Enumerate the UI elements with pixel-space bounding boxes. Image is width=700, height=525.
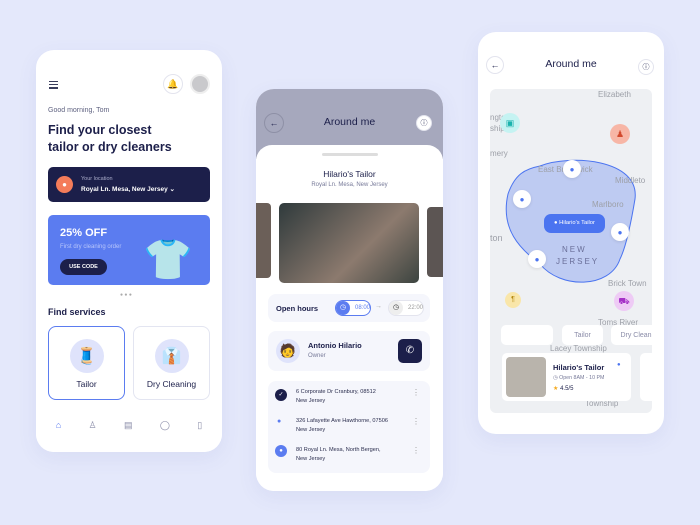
map-label: Middleto xyxy=(615,176,646,185)
map-screen: ← Around me ⓘ Elizabeth ngton ship mery … xyxy=(478,32,664,434)
map-label: Elizabeth xyxy=(598,90,631,99)
map-label: Brick Town xyxy=(608,279,647,288)
shop-name: Hilario's Tailor xyxy=(323,169,376,179)
result-rating: ★ 4.5/5 xyxy=(553,386,574,392)
drag-handle[interactable] xyxy=(322,153,378,156)
map-pin[interactable]: ● xyxy=(611,223,629,241)
owner-avatar: 🧑 xyxy=(276,339,300,363)
address-list: ✓ 6 Corporate Dr Cranbury, 08512 New Jers… xyxy=(268,381,430,473)
arrow-icon: → xyxy=(375,303,382,310)
location-value: Royal Ln. Mesa, New Jersey ⌄ xyxy=(81,186,175,193)
services-title: Find services xyxy=(48,307,106,317)
map-label: Lacey Township xyxy=(550,344,607,353)
map-pin[interactable]: ● xyxy=(528,250,546,268)
avatar[interactable] xyxy=(190,74,210,94)
carousel-dots[interactable]: ● ● ● xyxy=(120,292,132,298)
chevron-down-icon: ⌄ xyxy=(169,186,175,193)
owner-role: Owner xyxy=(308,353,326,359)
header-title: Around me xyxy=(323,116,376,128)
info-icon[interactable]: ⓘ xyxy=(638,59,654,75)
address-item[interactable]: 80 Royal Ln. Mesa, North Bergen, New Jers… xyxy=(296,446,381,464)
photo-prev[interactable] xyxy=(256,203,271,278)
map-label: JERSEY xyxy=(556,257,600,266)
greeting: Good morning, Tom xyxy=(48,107,110,114)
map-pin[interactable]: ● xyxy=(563,160,581,178)
clock-icon: ◷ xyxy=(389,301,403,315)
service-dry-cleaning[interactable]: 👔 Dry Cleaning xyxy=(133,326,210,400)
detail-sheet: Hilario's Tailor Royal Ln. Mesa, New Jer… xyxy=(256,145,443,491)
restaurant-icon[interactable]: ¶ xyxy=(505,292,521,308)
more-icon[interactable]: ⋮ xyxy=(412,388,420,397)
chip-dry-cleaning[interactable]: Dry Clean xyxy=(611,325,652,345)
pin-icon: ● xyxy=(275,445,287,457)
open-hours-label: Open hours xyxy=(276,304,319,313)
close-time[interactable]: ◷ 22:00 xyxy=(388,300,424,316)
promo-headline: 25% OFF xyxy=(60,227,108,239)
selected-pin-label[interactable]: ● Hilario's Tailor xyxy=(544,214,605,233)
document-icon[interactable]: ▤ xyxy=(124,420,133,431)
chip-near-you[interactable]: Near You xyxy=(501,325,553,345)
result-card[interactable]: Hilario's Tailor ● ◷ Open 8AM - 10 PM ★ … xyxy=(502,353,631,401)
info-icon[interactable]: ⓘ xyxy=(416,115,432,131)
more-icon[interactable]: ⋮ xyxy=(412,417,420,426)
location-label: Your location xyxy=(81,176,113,182)
home-screen: 🔔 Good morning, Tom Find your closest tai… xyxy=(36,50,222,452)
owner-name: Antonio Hilario xyxy=(308,341,362,350)
map[interactable]: Elizabeth ngton ship mery East Brunswick… xyxy=(490,89,652,413)
open-hours-card: Open hours ◷ 08:00 → ◷ 22:00 xyxy=(268,294,430,322)
page-title: Find your closest tailor or dry cleaners xyxy=(48,123,172,154)
shop-photo[interactable] xyxy=(279,203,419,283)
result-hours: ◷ Open 8AM - 10 PM xyxy=(553,375,605,381)
promo-subtitle: First dry cleaning order xyxy=(60,244,122,250)
map-label: mery xyxy=(490,149,508,158)
more-icon[interactable]: ⋮ xyxy=(412,446,420,455)
location-pin-icon: ● xyxy=(56,176,73,193)
tailor-icon[interactable]: ♙ xyxy=(89,420,97,431)
owner-card: 🧑 Antonio Hilario Owner ✆ xyxy=(268,331,430,371)
address-item[interactable]: 6 Corporate Dr Cranbury, 08512 New Jersey xyxy=(296,388,376,406)
bottom-nav: ⌂ ♙ ▤ ◯ ▯ xyxy=(36,410,222,452)
promo-banner[interactable]: 25% OFF First dry cleaning order USE COD… xyxy=(48,215,210,285)
bell-icon[interactable]: 🔔 xyxy=(163,74,183,94)
menu-icon[interactable] xyxy=(49,79,58,90)
call-button[interactable]: ✆ xyxy=(398,339,422,363)
shop-address: Royal Ln. Mesa, New Jersey xyxy=(311,182,388,188)
cart-icon[interactable]: ⛟ xyxy=(614,291,634,311)
open-time[interactable]: ◷ 08:00 xyxy=(335,300,371,316)
service-tailor[interactable]: 🧵 Tailor xyxy=(48,326,125,400)
result-name: Hilario's Tailor xyxy=(553,363,605,372)
map-label: ton xyxy=(490,233,503,243)
next-result-card[interactable] xyxy=(640,353,652,401)
address-item[interactable]: 326 Lafayette Ave Hawthorne, 07506 New Je… xyxy=(296,417,388,435)
header-title: Around me xyxy=(545,58,597,70)
star-icon: ★ xyxy=(553,386,559,392)
detail-screen: ← Around me ⓘ Hilario's Tailor Royal Ln.… xyxy=(256,89,443,491)
check-icon: ✓ xyxy=(275,389,287,401)
store-icon[interactable]: ▣ xyxy=(500,113,520,133)
person-icon[interactable]: ♟ xyxy=(610,124,630,144)
chip-tailor[interactable]: Tailor xyxy=(562,325,603,345)
use-code-button[interactable]: USE CODE xyxy=(60,259,107,275)
photo-next[interactable] xyxy=(427,207,443,277)
verified-icon: ● xyxy=(617,362,621,368)
map-label: NEW xyxy=(562,245,587,254)
book-icon[interactable]: ▯ xyxy=(197,420,202,431)
sewing-machine-icon: 🧵 xyxy=(69,339,104,373)
map-pin[interactable]: ● xyxy=(513,190,531,208)
shop-thumbnail xyxy=(506,357,546,397)
location-selector[interactable]: ● Your location Royal Ln. Mesa, New Jers… xyxy=(48,167,210,202)
clock-icon: ◷ xyxy=(336,301,350,315)
shirt-icon: 👕 xyxy=(143,238,193,282)
hanger-icon: 👔 xyxy=(154,339,189,373)
pin-icon: ● xyxy=(277,418,282,425)
home-icon[interactable]: ⌂ xyxy=(56,420,61,430)
map-label: Marlboro xyxy=(592,200,624,209)
chat-icon[interactable]: ◯ xyxy=(160,420,170,431)
